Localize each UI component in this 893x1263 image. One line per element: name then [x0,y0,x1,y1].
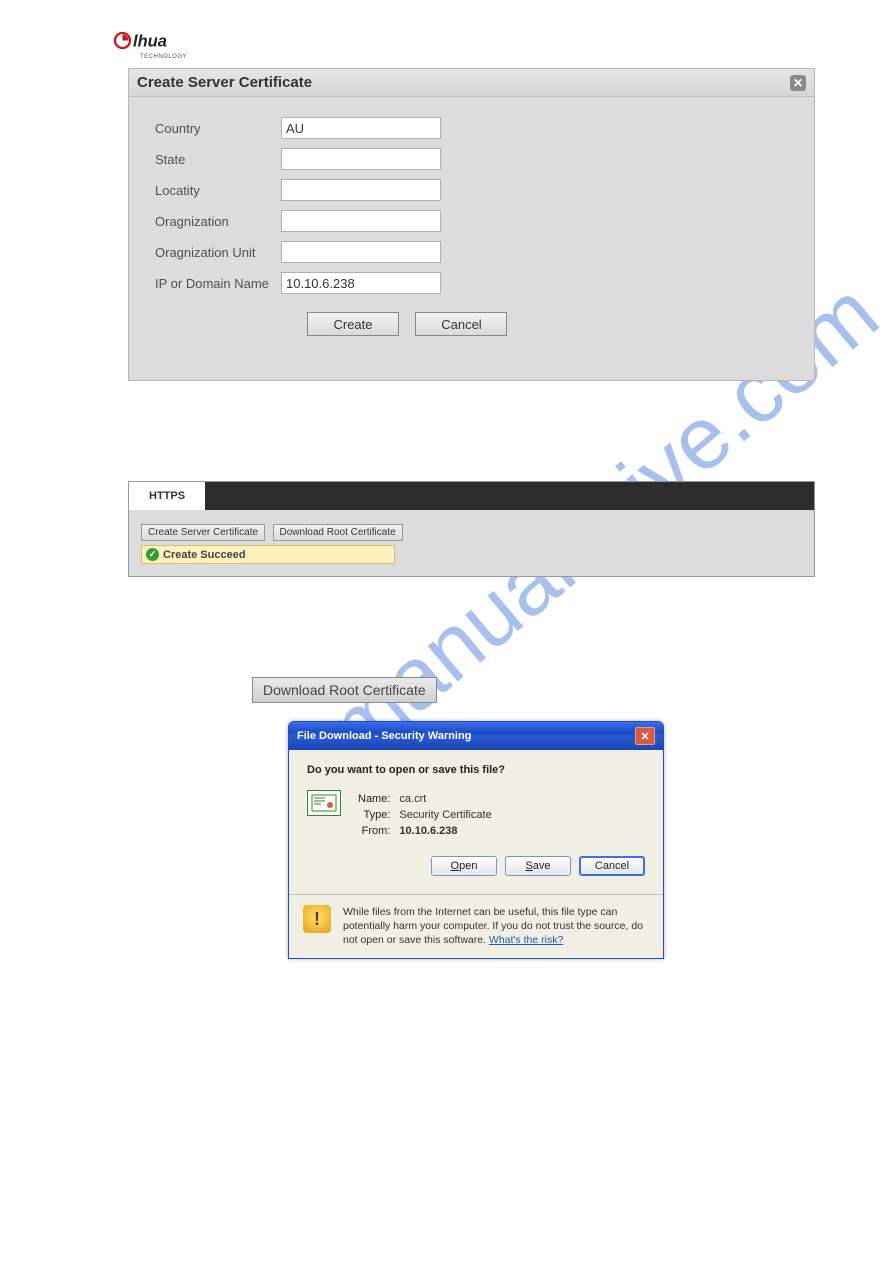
cancel-button[interactable]: Cancel [415,312,507,336]
https-panel: HTTPS Create Server Certificate Download… [128,481,815,577]
from-value: 10.10.6.238 [398,824,492,838]
brand-tagline: TECHNOLOGY [140,54,893,60]
organization-unit-label: Oragnization Unit [155,245,281,260]
dialog-title-bar: Create Server Certificate ✕ [129,69,814,97]
create-button[interactable]: Create [307,312,399,336]
risk-link[interactable]: What's the risk? [489,934,563,946]
download-root-cert-standalone-button[interactable]: Download Root Certificate [252,677,437,703]
organization-input[interactable] [281,210,441,232]
tab-bar: HTTPS [129,482,814,510]
name-value: ca.crt [398,792,492,806]
xp-question: Do you want to open or save this file? [307,764,645,776]
download-root-cert-button[interactable]: Download Root Certificate [273,524,403,541]
type-value: Security Certificate [398,808,492,822]
close-icon[interactable]: ✕ [790,75,806,91]
country-label: Country [155,121,281,136]
cancel-button[interactable]: Cancel [579,856,645,876]
xp-dialog-title: File Download - Security Warning [297,730,471,742]
xp-title-bar: File Download - Security Warning ✕ [289,722,663,750]
close-icon[interactable]: ✕ [635,727,655,745]
dialog-title: Create Server Certificate [137,74,312,91]
name-label: Name: [357,792,396,806]
country-input[interactable] [281,117,441,139]
locality-label: Locatity [155,183,281,198]
ip-domain-label: IP or Domain Name [155,276,281,291]
locality-input[interactable] [281,179,441,201]
warning-text: While files from the Internet can be use… [343,905,649,948]
state-input[interactable] [281,148,441,170]
create-cert-dialog: Create Server Certificate ✕ Country Stat… [128,68,815,381]
organization-label: Oragnization [155,214,281,229]
svg-text:lhua: lhua [133,33,167,51]
organization-unit-input[interactable] [281,241,441,263]
save-button[interactable]: Save [505,856,571,876]
success-text: Create Succeed [163,549,246,561]
open-button[interactable]: Open [431,856,497,876]
tab-https[interactable]: HTTPS [129,482,205,510]
success-banner: ✓ Create Succeed [141,545,395,564]
warning-icon: ! [303,905,331,933]
ip-domain-input[interactable] [281,272,441,294]
file-download-dialog: File Download - Security Warning ✕ Do yo… [288,721,664,959]
create-server-cert-button[interactable]: Create Server Certificate [141,524,265,541]
check-icon: ✓ [146,548,159,561]
from-label: From: [357,824,396,838]
type-label: Type: [357,808,396,822]
certificate-icon [307,790,341,816]
state-label: State [155,152,281,167]
brand-logo: lhua [112,28,202,56]
